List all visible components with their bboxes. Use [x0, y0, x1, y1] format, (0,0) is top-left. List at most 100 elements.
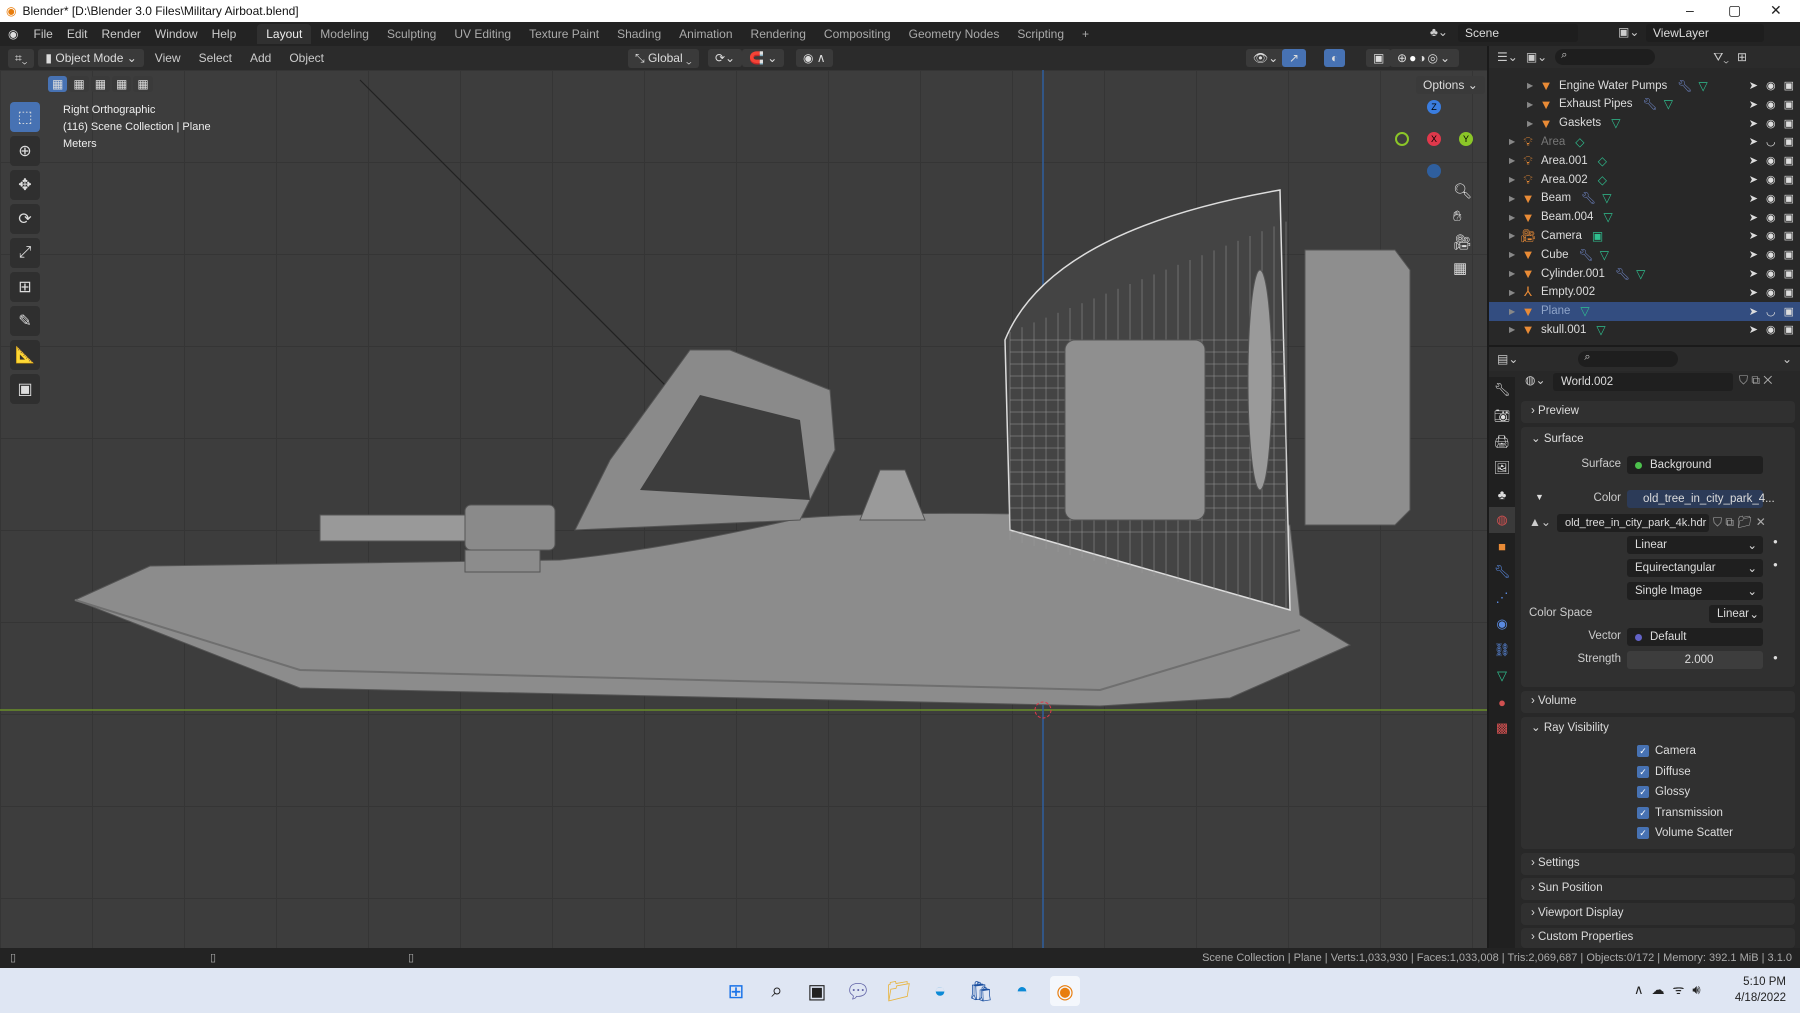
outliner-item[interactable]: ▶ 💡︎ Area.001 ◇ ➤ ◉ ▣ [1489, 151, 1800, 170]
measure-icon[interactable]: 📐 [10, 340, 40, 370]
view-layer-selector[interactable]: ViewLayer [1646, 24, 1764, 42]
xray-icon[interactable]: ▣ [1366, 49, 1392, 67]
checkbox-check-icon[interactable]: ✓ [1637, 786, 1649, 798]
ray-visibility-checkbox[interactable]: ✓ Glossy [1637, 786, 1690, 798]
blender-taskbar-icon[interactable]: ◉ [1050, 976, 1080, 1006]
eye-icon[interactable]: ◉ [1766, 79, 1776, 92]
task-view-icon[interactable]: ▣ [802, 976, 832, 1006]
select-box-icon[interactable]: ⬚ [10, 102, 40, 132]
expand-arrow-icon[interactable]: ▶ [1509, 325, 1519, 334]
render-camera-icon[interactable]: ▣ [1784, 211, 1794, 224]
outliner-item[interactable]: ▶ ▼ Cube 🔧︎ ▽ ➤ ◉ ▣ [1489, 245, 1800, 264]
gizmo-x[interactable]: X [1427, 132, 1441, 146]
selectable-icon[interactable]: ➤ [1749, 117, 1758, 130]
render-camera-icon[interactable]: ▣ [1784, 79, 1794, 92]
system-tray-icons[interactable]: ∧☁ᯤ🔊︎ [1634, 980, 1709, 998]
render-camera-icon[interactable]: ▣ [1784, 323, 1794, 336]
wrench-icon[interactable]: 🔧︎ [1643, 97, 1658, 111]
checkbox-check-icon[interactable]: ✓ [1637, 745, 1649, 757]
selectable-icon[interactable]: ➤ [1749, 173, 1758, 186]
image-browse-icon[interactable]: ▲⌄ [1529, 515, 1551, 529]
tab-layout[interactable]: Layout [257, 24, 312, 44]
eye-icon[interactable]: ◉ [1766, 323, 1776, 336]
outliner-item[interactable]: ▶ ▼ Engine Water Pumps 🔧︎ ▽ ➤ ◉ ▣ [1489, 76, 1800, 95]
grid-view-icon[interactable]: ▦ [1453, 259, 1472, 277]
world-tab-icon[interactable]: ◍ [1489, 507, 1515, 533]
selectable-icon[interactable]: ➤ [1749, 267, 1758, 280]
checkbox-check-icon[interactable]: ✓ [1637, 765, 1649, 778]
outliner-item[interactable]: ▶ ▼ Exhaust Pipes 🔧︎ ▽ ➤ ◉ ▣ [1489, 95, 1800, 114]
selectable-icon[interactable]: ➤ [1749, 154, 1758, 167]
pivot-point-icon[interactable]: ⟳⌄ [708, 49, 743, 67]
transform-icon[interactable]: ⊞ [10, 272, 40, 302]
ray-visibility-checkbox[interactable]: ✓ Diffuse [1637, 765, 1691, 778]
preview-header[interactable]: › Preview [1531, 405, 1579, 417]
tab-texture-paint[interactable]: Texture Paint [520, 24, 608, 44]
display-mode-icon[interactable]: ☰⌄ [1497, 50, 1518, 64]
mesh-data-icon[interactable]: ▽ [1636, 267, 1645, 281]
render-camera-icon[interactable]: ▣ [1784, 305, 1794, 318]
wrench-icon[interactable]: 🔧︎ [1579, 248, 1594, 262]
modifier-tab-icon[interactable]: 🔧︎ [1489, 559, 1515, 585]
checkbox-check-icon[interactable]: ✓ [1637, 827, 1649, 839]
scene-tab-icon[interactable]: ♣ [1489, 481, 1515, 507]
select-intersect-icon[interactable]: ▦ [133, 76, 153, 92]
selectable-icon[interactable]: ➤ [1749, 248, 1758, 261]
overlay-toggle-icon[interactable]: ◐ [1324, 49, 1346, 67]
world-icon[interactable]: ◍⌄ [1525, 373, 1546, 387]
mesh-data-icon[interactable]: ▽ [1603, 210, 1612, 224]
world-name-field[interactable]: World.002 [1553, 373, 1733, 391]
outliner-item[interactable]: ▶ ▼ Plane ▽ ➤ ◡ ▣ [1489, 301, 1800, 321]
hidden-eye-icon[interactable]: ◡ [1766, 305, 1776, 318]
mesh-data-icon[interactable]: ▽ [1611, 116, 1620, 130]
settings-header[interactable]: › Settings [1531, 857, 1580, 869]
editor-type-button[interactable]: ⌗⌄ [8, 48, 35, 68]
view-layer-filter-icon[interactable]: ▣⌄ [1526, 50, 1547, 64]
light-data-icon[interactable]: ◇ [1598, 154, 1607, 168]
image-name-field[interactable]: old_tree_in_city_park_4k.hdr [1557, 514, 1709, 532]
clock[interactable]: 5:10 PM 4/18/2022 [1716, 974, 1786, 1006]
select-subtract-icon[interactable]: ▦ [90, 76, 111, 92]
particles-tab-icon[interactable]: ⋰ [1489, 585, 1515, 611]
store-icon[interactable]: 🛍︎ [966, 976, 996, 1006]
collapse-color-icon[interactable]: ▼ [1535, 492, 1544, 502]
outliner-item[interactable]: ▶ ▼ Cylinder.001 🔧︎ ▽ ➤ ◉ ▣ [1489, 264, 1800, 283]
selectable-icon[interactable]: ➤ [1749, 192, 1758, 205]
gizmo-z[interactable]: Z [1427, 100, 1441, 114]
mesh-data-icon[interactable]: ▽ [1698, 79, 1707, 93]
tool-tab-icon[interactable]: 🔧︎ [1489, 377, 1515, 403]
gizmo-toggle-icon[interactable]: ↗ [1282, 49, 1307, 67]
texture-tab-icon[interactable]: ▩ [1489, 715, 1515, 741]
minimize-button[interactable]: – [1686, 2, 1694, 18]
expand-arrow-icon[interactable]: ▶ [1527, 81, 1537, 90]
outliner-item[interactable]: ▶ ⅄ Empty.002 ➤ ◉ ▣ [1489, 283, 1800, 302]
wrench-icon[interactable]: 🔧︎ [1677, 79, 1692, 93]
output-tab-icon[interactable]: 🖨︎ [1489, 429, 1515, 455]
ray-visibility-checkbox[interactable]: ✓ Camera [1637, 745, 1696, 757]
color-space-dropdown[interactable]: Linear ⌄ [1709, 605, 1763, 623]
new-collection-icon[interactable]: ⊞ [1737, 50, 1747, 64]
menu-select[interactable]: Select [192, 51, 239, 65]
menu-window[interactable]: Window [148, 27, 205, 41]
expand-arrow-icon[interactable]: ▶ [1509, 213, 1519, 222]
annotate-icon[interactable]: ✎ [10, 306, 40, 336]
pan-hand-icon[interactable]: ✋︎ [1453, 208, 1472, 225]
outliner-item[interactable]: ▶ ▼ Beam 🔧︎ ▽ ➤ ◉ ▣ [1489, 189, 1800, 208]
tab-geometry-nodes[interactable]: Geometry Nodes [900, 24, 1009, 44]
render-camera-icon[interactable]: ▣ [1784, 98, 1794, 111]
menu-object[interactable]: Object [282, 51, 331, 65]
data-tab-icon[interactable]: ▽ [1489, 663, 1515, 689]
selectable-icon[interactable]: ➤ [1749, 305, 1758, 318]
close-button[interactable]: ✕ [1770, 2, 1782, 19]
mesh-data-icon[interactable]: ▽ [1580, 304, 1589, 318]
eye-icon[interactable]: ◉ [1766, 286, 1776, 299]
solid-shading-icon[interactable]: ● [1409, 51, 1418, 65]
selectable-icon[interactable]: ➤ [1749, 79, 1758, 92]
mode-selector[interactable]: ▮ Object Mode ⌄ [38, 49, 144, 67]
editor-type-icon[interactable]: ▤⌄ [1497, 352, 1518, 366]
render-tab-icon[interactable]: 📷︎ [1489, 403, 1515, 429]
render-camera-icon[interactable]: ▣ [1784, 117, 1794, 130]
expand-arrow-icon[interactable]: ▶ [1509, 269, 1519, 278]
shading-modes[interactable]: ⊕●◑◎⌄ [1390, 49, 1460, 67]
tab-uv-editing[interactable]: UV Editing [445, 24, 520, 44]
